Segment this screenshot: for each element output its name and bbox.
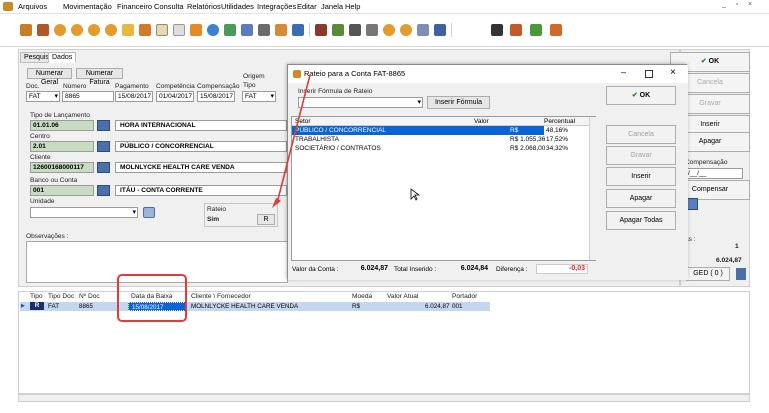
arrow-line	[276, 74, 311, 204]
annotation-arrow	[272, 74, 311, 208]
arrow-head	[272, 198, 281, 208]
cursor-icon	[410, 188, 420, 201]
